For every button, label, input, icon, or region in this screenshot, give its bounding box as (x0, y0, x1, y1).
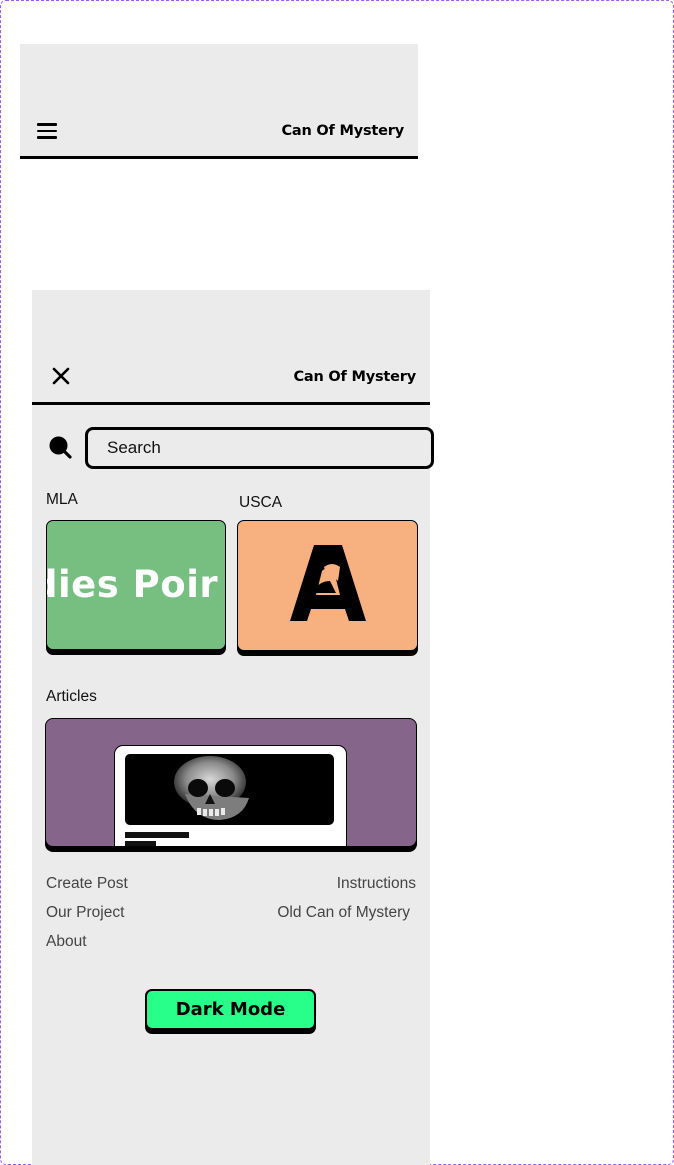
about-link[interactable]: About (46, 933, 87, 951)
brand-title[interactable]: Can Of Mystery (281, 123, 404, 139)
category-label-usca: USCA (239, 494, 283, 511)
brand-title-menu[interactable]: Can Of Mystery (293, 369, 416, 385)
search-icon[interactable] (48, 435, 72, 459)
articles-card[interactable] (45, 718, 417, 847)
skull-image (125, 754, 334, 825)
letter-a-horse-icon (290, 545, 366, 621)
mock-text-line (125, 841, 156, 846)
hamburger-menu-icon[interactable] (37, 123, 57, 139)
usca-card[interactable] (237, 520, 418, 651)
nav-menu-panel: Can Of Mystery MLA USCA dies Poir Articl… (32, 290, 434, 1165)
close-icon[interactable] (52, 367, 70, 385)
instructions-link[interactable]: Instructions (337, 875, 416, 893)
old-can-of-mystery-link[interactable]: Old Can of Mystery (277, 904, 410, 922)
category-label-mla: MLA (46, 491, 78, 508)
top-header: Can Of Mystery (20, 44, 418, 159)
category-label-articles: Articles (46, 688, 97, 705)
menu-header: Can Of Mystery (32, 290, 430, 405)
search-input[interactable] (85, 427, 434, 469)
mock-text-line (125, 832, 189, 838)
article-preview-mockup (114, 745, 347, 846)
mla-card[interactable]: dies Poir (46, 520, 226, 650)
mla-banner-text: dies Poir (46, 563, 219, 606)
dark-mode-button[interactable]: Dark Mode (145, 989, 316, 1030)
create-post-link[interactable]: Create Post (46, 875, 128, 893)
our-project-link[interactable]: Our Project (46, 904, 124, 922)
